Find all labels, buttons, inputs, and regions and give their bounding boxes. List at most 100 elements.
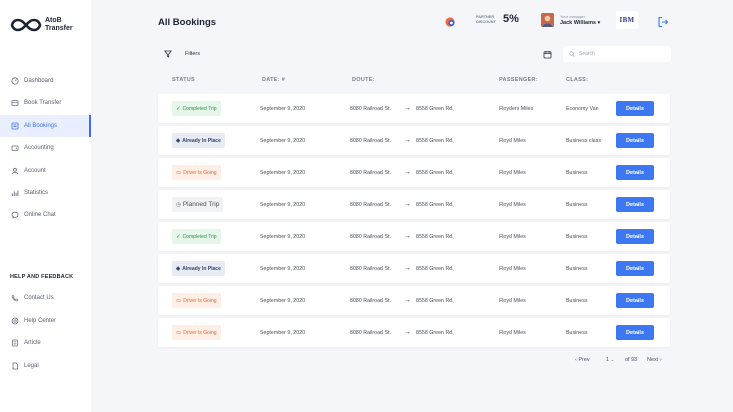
class-cell: Business [566, 233, 588, 240]
filter-button[interactable] [162, 48, 174, 60]
sidebar-item-article[interactable]: Article [0, 332, 91, 354]
chevron-right-icon: › [659, 357, 662, 363]
chevron-down-icon: ⌄ [610, 357, 615, 362]
route-to-cell: 8558 Green Rd. [416, 265, 454, 272]
car-icon: ▭ [176, 297, 182, 304]
details-button[interactable]: Details [616, 325, 654, 340]
table-row[interactable]: ▭ Driver Is Going September 9, 2020 8080 Ra… [158, 318, 670, 347]
class-cell: Economy Van [566, 105, 599, 112]
sidebar-item-label: All Bookings [24, 123, 58, 129]
arrow-right-icon: → [404, 137, 411, 144]
location-pin-icon: ◈ [176, 137, 181, 144]
manager-label: Your manager [560, 14, 585, 19]
table-row[interactable]: ◷ Planned Trip September 9, 2020 8080 Railr… [158, 190, 670, 219]
bookings-icon [10, 122, 19, 131]
sidebar-item-all-bookings[interactable]: All Bookings [0, 115, 91, 137]
date-cell: September 9, 2020 [260, 105, 306, 112]
details-button[interactable]: Details [616, 101, 654, 116]
details-button[interactable]: Details [616, 261, 654, 276]
legal-icon [10, 362, 19, 371]
table-row[interactable]: ▭ Driver Is Going September 9, 2020 8080 Ra… [158, 286, 670, 315]
route-to-cell: 8558 Green Rd. [416, 233, 454, 240]
filter-icon [164, 50, 172, 58]
partner-discount-label: PARTNER DISCOUNT [476, 15, 496, 24]
sidebar-item-online-chat[interactable]: Online Chat [0, 204, 91, 226]
arrow-right-icon: → [404, 201, 411, 208]
prev-label: Prev [578, 357, 590, 363]
search-input[interactable] [579, 51, 669, 57]
status-badge: ✓ Completed Trip [172, 101, 221, 116]
search-box[interactable] [563, 46, 671, 62]
details-button[interactable]: Details [616, 293, 654, 308]
next-page-button[interactable]: Next › [647, 357, 662, 363]
route-from-cell: 8080 Railroad St. [350, 233, 391, 240]
calendar-button[interactable] [540, 47, 554, 61]
sidebar-item-label: Account [24, 168, 46, 174]
manager-dropdown[interactable]: Jack Williams ▾ [560, 20, 600, 26]
details-button[interactable]: Details [616, 229, 654, 244]
date-cell: September 9, 2020 [260, 201, 306, 208]
details-button[interactable]: Details [616, 165, 654, 180]
sidebar-item-help-center[interactable]: Help Center [0, 310, 91, 332]
check-icon: ✓ [176, 105, 181, 112]
column-header-status: STATUS [172, 77, 195, 83]
sidebar-item-statistics[interactable]: Statistics [0, 182, 91, 204]
prev-page-button[interactable]: ‹ Prev [575, 357, 590, 363]
details-button[interactable]: Details [616, 197, 654, 212]
sidebar-item-contact-us[interactable]: Contact Us [0, 287, 91, 309]
passenger-cell: Floyders Miles [499, 105, 534, 112]
sidebar-item-label: Help Center [24, 318, 57, 324]
book-icon [10, 99, 19, 108]
arrow-right-icon: → [404, 265, 411, 272]
route-to-cell: 8558 Green Rd. [416, 329, 454, 336]
passenger-cell: Floyd Miles [499, 201, 526, 208]
details-button[interactable]: Details [616, 133, 654, 148]
sidebar-item-label: Book Transfer [24, 100, 62, 106]
brand-name-line2: Transfer [45, 25, 73, 32]
status-label: Already In Place [182, 137, 221, 144]
clock-icon: ◷ [176, 201, 181, 208]
table-row[interactable]: ▭ Driver Is Going September 9, 2020 8080 Ra… [158, 158, 670, 187]
sidebar-item-legal[interactable]: Legal [0, 355, 91, 377]
sidebar-item-account[interactable]: Account [0, 160, 91, 182]
route-from-cell: 8080 Railroad St. [350, 201, 391, 208]
page-title: All Bookings [158, 17, 217, 28]
date-cell: September 9, 2020 [260, 169, 306, 176]
sidebar-item-accounting[interactable]: Accounting [0, 137, 91, 159]
wallet-icon [10, 144, 19, 153]
avatar[interactable] [541, 13, 554, 27]
date-cell: September 9, 2020 [260, 297, 306, 304]
infinity-logo-icon [10, 18, 42, 32]
notification-icon[interactable] [443, 15, 457, 29]
table-row[interactable]: ◈ Already In Place September 9, 2020 8080 R… [158, 254, 670, 283]
next-label: Next [647, 357, 659, 363]
passenger-cell: Floyd Miles [499, 265, 526, 272]
class-cell: Business [566, 265, 588, 272]
route-to-cell: 8558 Green Rd. [416, 169, 454, 176]
page-select[interactable]: 1 ⌄ [606, 357, 614, 363]
logout-icon[interactable] [657, 16, 669, 28]
sidebar-item-dashboard[interactable]: Dashboard [0, 70, 91, 92]
status-badge: ◈ Already In Place [172, 133, 225, 148]
brand-logo[interactable]: AtoB Transfer [10, 17, 73, 33]
status-badge: ◷ Planned Trip [172, 197, 224, 212]
manager-name: Jack Williams [560, 20, 597, 26]
help-section-title: HELP AND FEEDBACK [10, 274, 74, 280]
filters-label[interactable]: Filters [185, 51, 200, 57]
sidebar-item-label: Statistics [24, 190, 49, 196]
sidebar: AtoB Transfer Dashboard Book Transfer Al… [0, 0, 91, 412]
class-cell: Business [566, 329, 588, 336]
table-row[interactable]: ◈ Already In Place September 9, 2020 8080 R… [158, 126, 670, 155]
page-total: of 93 [625, 357, 638, 363]
user-icon [10, 167, 19, 176]
class-cell: Business class [566, 137, 602, 144]
route-from-cell: 8080 Railroad St. [350, 105, 391, 112]
date-cell: September 9, 2020 [260, 265, 306, 272]
table-row[interactable]: ✓ Completed Trip September 9, 2020 8080 Rai… [158, 222, 670, 251]
calendar-icon [543, 50, 551, 58]
sidebar-item-book-transfer[interactable]: Book Transfer [0, 92, 91, 114]
route-to-cell: 8558 Green Rd. [416, 201, 454, 208]
route-from-cell: 8080 Railroad St. [350, 329, 391, 336]
arrow-right-icon: → [404, 105, 411, 112]
table-row[interactable]: ✓ Completed Trip September 9, 2020 8080 Rai… [158, 94, 670, 123]
